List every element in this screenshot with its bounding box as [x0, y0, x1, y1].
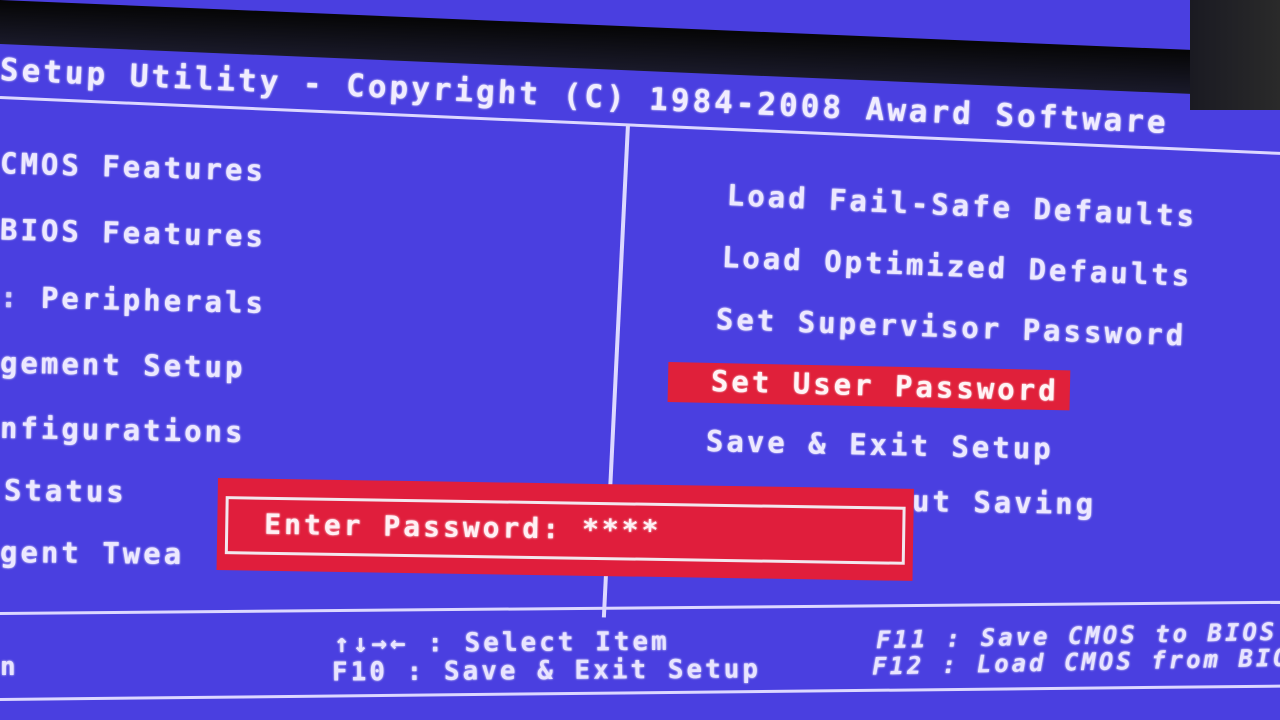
select-item-text: : Select Item — [427, 626, 670, 659]
arrow-keys-icon: ↑↓→← — [333, 628, 409, 660]
footer-bottom-line — [0, 684, 1280, 701]
menu-item-peripherals[interactable]: : Peripherals — [0, 280, 266, 320]
menu-item-power-management[interactable]: gement Setup — [0, 346, 246, 385]
bios-screen: Setup Utility - Copyright (C) 1984-2008 … — [0, 0, 1280, 720]
menu-item-advanced-bios[interactable]: BIOS Features — [0, 213, 266, 254]
menu-item-pnp-configurations[interactable]: nfigurations — [0, 411, 246, 449]
password-label: Enter Password: — [264, 507, 563, 546]
password-dialog-frame: Enter Password: **** — [224, 496, 906, 565]
password-prompt: Enter Password: **** — [264, 508, 662, 547]
menu-item-exit-without-saving[interactable]: ut Saving — [912, 484, 1097, 521]
menu-item-load-failsafe[interactable]: Load Fail-Safe Defaults — [726, 178, 1198, 233]
menu-bottom-line — [0, 600, 1280, 615]
monitor-bezel-corner — [1190, 0, 1280, 110]
menu-item-set-supervisor-password[interactable]: Set Supervisor Password — [715, 302, 1186, 352]
password-input[interactable]: **** — [582, 513, 662, 547]
menu-item-load-optimized[interactable]: Load Optimized Defaults — [721, 240, 1193, 293]
menu-item-tweaker[interactable]: gent Twea — [0, 535, 184, 571]
menu-item-health-status[interactable]: Status — [4, 473, 127, 509]
menu-item-standard-cmos[interactable]: CMOS Features — [0, 146, 266, 187]
footer-nav-help: ↑↓→← : Select Item — [334, 627, 670, 659]
password-dialog: Enter Password: **** — [216, 478, 914, 581]
menu-item-save-exit-setup[interactable]: Save & Exit Setup — [706, 424, 1054, 466]
footer-f10-help: F10 : Save & Exit Setup — [331, 654, 762, 688]
footer-left-fragment: n — [0, 652, 19, 682]
